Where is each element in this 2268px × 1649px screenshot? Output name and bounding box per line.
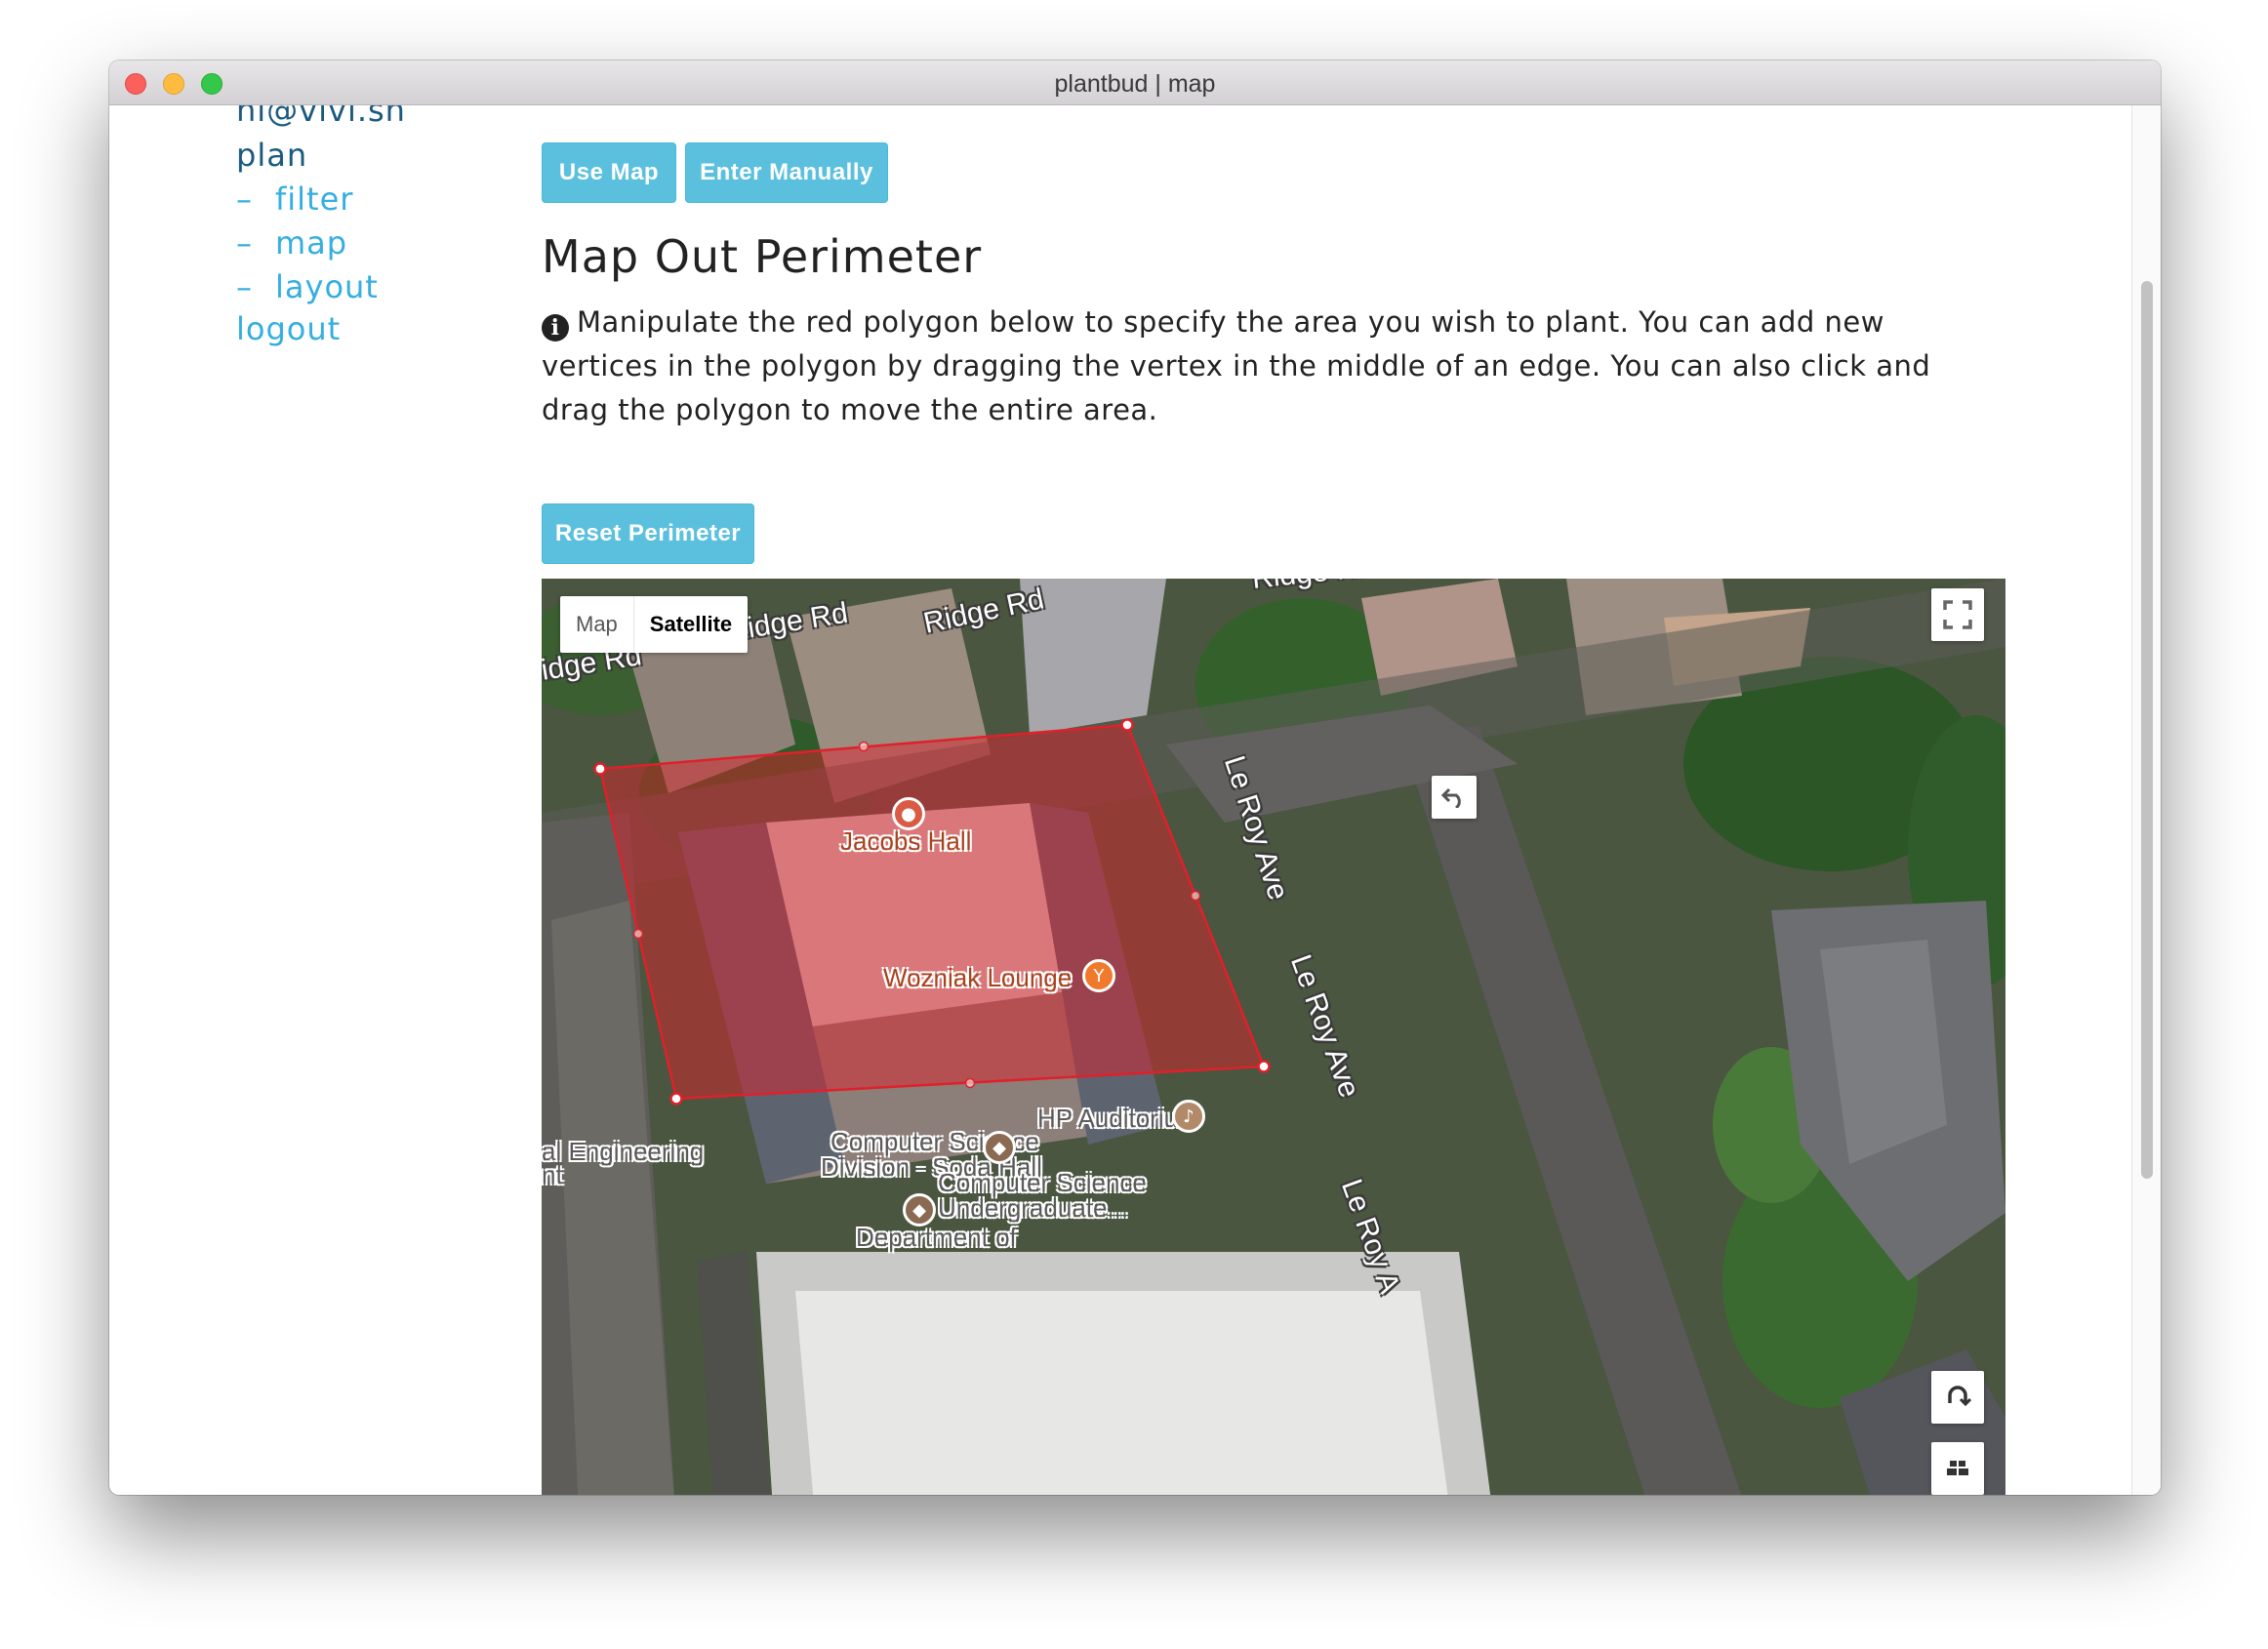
rotate-icon <box>1948 1386 1971 1407</box>
instructions-body: Manipulate the red polygon below to spec… <box>542 305 1931 426</box>
music-venue-icon[interactable]: ♪ <box>1172 1100 1205 1133</box>
sidebar-dash: – <box>236 181 253 218</box>
school-icon[interactable]: ◆ <box>903 1193 936 1227</box>
rotate-button[interactable] <box>1931 1371 1984 1424</box>
sidebar-item-layout[interactable]: – layout <box>236 268 379 305</box>
poi-label-engineering-2[interactable]: nt <box>542 1160 563 1190</box>
window-title: plantbud | map <box>1054 70 1216 98</box>
page-title: Map Out Perimeter <box>542 230 983 283</box>
sidebar-item-filter[interactable]: – filter <box>236 181 353 218</box>
map-canvas[interactable]: Ridge Rd Ridge Rd idge Rd Ridge Rd Le Ro… <box>542 579 2005 1495</box>
page-scrollbar[interactable] <box>2131 105 2161 1495</box>
sidebar-item-label: layout <box>275 268 379 305</box>
undo-icon <box>1441 787 1461 808</box>
sidebar-dash: – <box>236 268 253 305</box>
sidebar-dash: – <box>236 224 253 261</box>
location-pin-icon[interactable]: ● <box>892 797 925 830</box>
sidebar-item-map[interactable]: – map <box>236 224 347 261</box>
satellite-imagery <box>542 579 2005 1495</box>
school-icon[interactable]: ◆ <box>983 1131 1016 1164</box>
sidebar-item-label: map <box>275 224 348 261</box>
title-bar: plantbud | map <box>109 60 2161 105</box>
tilt-button[interactable] <box>1931 1442 1984 1495</box>
poi-label-wozniak-lounge[interactable]: Wozniak Lounge <box>883 963 1072 993</box>
poi-label-jacobs-hall[interactable]: Jacobs Hall <box>840 826 971 857</box>
map-type-map-button[interactable]: Map <box>560 596 633 653</box>
undo-button[interactable] <box>1432 776 1477 819</box>
tilt-icon <box>1947 1461 1968 1475</box>
poi-label-undergrad-2[interactable]: Undergraduate... <box>938 1193 1128 1224</box>
fullscreen-icon <box>1943 600 1972 629</box>
sidebar-item-label: filter <box>275 181 354 218</box>
fullscreen-button[interactable] <box>1931 588 1984 641</box>
page-content: hi@vivi.sh plan – filter – map – layout log… <box>109 105 2161 1495</box>
poi-label-department[interactable]: Department of <box>856 1223 1017 1253</box>
use-map-button[interactable]: Use Map <box>542 142 676 203</box>
logout-link[interactable]: logout <box>236 310 341 347</box>
map-type-control: Map Satellite <box>560 596 749 653</box>
info-icon: i <box>542 314 569 342</box>
cocktail-bar-icon[interactable]: Y <box>1082 959 1115 992</box>
sidebar-item-plan[interactable]: plan <box>236 137 307 174</box>
scrollbar-thumb[interactable] <box>2141 281 2153 1179</box>
map-type-satellite-button[interactable]: Satellite <box>632 596 748 653</box>
user-email: hi@vivi.sh <box>236 105 406 129</box>
instructions-text: i Manipulate the red polygon below to spe… <box>542 301 2005 432</box>
reset-perimeter-button[interactable]: Reset Perimeter <box>542 503 754 564</box>
enter-manually-button[interactable]: Enter Manually <box>685 142 888 203</box>
browser-window: plantbud | map hi@vivi.sh plan – filter –… <box>109 60 2161 1495</box>
poi-label-engineering[interactable]: al Engineering <box>542 1137 704 1167</box>
